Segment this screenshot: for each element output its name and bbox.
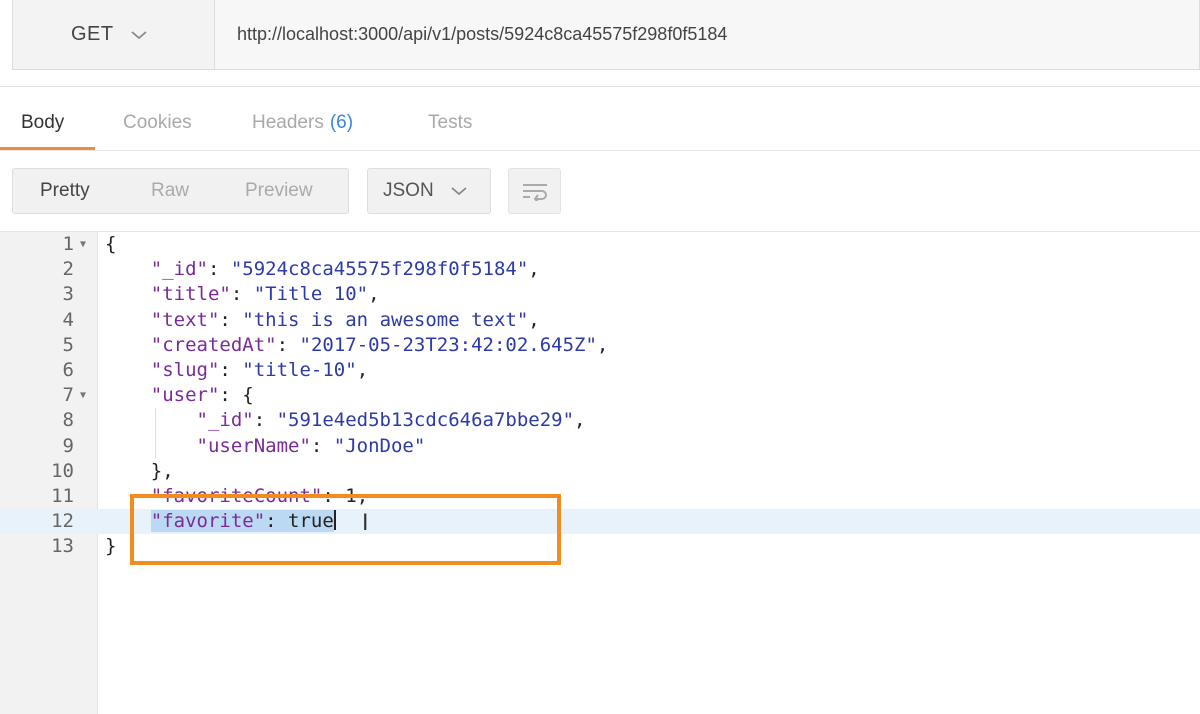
json-string: "5924c8ca45575f298f0f5184" [230,258,529,281]
json-string: "title-10" [242,359,357,381]
code-line: 9 "userName": "JonDoe" [0,434,1200,459]
response-tabs: Body Cookies Headers (6) Tests [0,98,1200,151]
code-line: 2 "_id": "5924c8ca45575f298f0f5184", [0,257,1200,282]
headers-count-badge: (6) [329,112,354,133]
wrap-lines-button[interactable] [508,168,561,214]
code-line: 5 "createdAt": "2017-05-23T23:42:02.645Z… [0,333,1200,358]
line-number: 5 [62,333,74,356]
tab-headers[interactable]: Headers (6) [252,98,353,148]
line-number: 9 [62,434,74,457]
method-label: GET [71,23,114,45]
line-number: 3 [62,283,74,306]
line-number: 10 [51,459,74,482]
highlight-annotation-box [130,494,561,565]
view-mode-group: Pretty Raw Preview [12,168,349,214]
json-key: "title" [150,283,231,306]
tab-headers-label: Headers [252,112,324,133]
json-key: "_id" [196,409,254,432]
code-line: 6 "slug": "title-10", [0,358,1200,383]
line-number: 7 [62,384,74,407]
tab-body-label: Body [21,112,65,133]
line-number: 6 [62,359,74,381]
json-key: "createdAt" [150,333,277,356]
raw-button[interactable]: Raw [151,169,189,213]
tab-tests[interactable]: Tests [428,98,472,148]
method-select[interactable]: GET [12,0,215,70]
preview-label: Preview [245,180,313,201]
code-line: 8 "_id": "591e4ed5b13cdc646a7bbe29", [0,408,1200,433]
response-body-editor[interactable]: 1 ▼ { 2 "_id": "5924c8ca45575f298f0f5184… [0,231,1200,714]
line-number: 13 [51,535,74,558]
line-number: 1 [62,233,74,255]
raw-label: Raw [151,180,190,201]
open-brace: { [105,233,117,255]
close-brace: }, [150,459,174,482]
code-line: 4 "text": "this is an awesome text", [0,308,1200,333]
code-line: 3 "title": "Title 10", [0,282,1200,307]
json-string: "591e4ed5b13cdc646a7bbe29" [276,409,575,432]
url-input[interactable]: http://localhost:3000/api/v1/posts/5924c… [214,0,1200,70]
line-number: 12 [51,510,74,533]
format-label: JSON [383,180,434,201]
fold-arrow-icon[interactable]: ▼ [80,383,86,408]
json-key: "user" [150,384,220,407]
close-brace: } [105,535,117,558]
active-tab-indicator [0,147,95,150]
json-key: "slug" [150,359,220,381]
line-number: 8 [62,409,74,432]
json-key: "text" [150,308,220,331]
chevron-down-icon [131,30,147,39]
line-number: 11 [51,485,74,507]
line-number: 2 [62,258,74,281]
pretty-button[interactable]: Pretty [40,169,90,213]
fold-arrow-icon[interactable]: ▼ [80,232,86,257]
url-text: http://localhost:3000/api/v1/posts/5924c… [237,24,728,44]
json-key: "userName" [196,434,311,457]
line-number: 4 [62,308,74,331]
format-select[interactable]: JSON [367,168,491,214]
chevron-down-icon [451,187,467,196]
wrap-lines-icon [522,184,547,201]
tab-cookies-label: Cookies [123,112,192,133]
json-string: "this is an awesome text" [242,308,529,331]
code-line: 10 }, [0,459,1200,484]
tab-tests-label: Tests [428,112,473,133]
code-line: 7 ▼ "user": { [0,383,1200,408]
json-string: "Title 10" [253,283,369,306]
preview-button[interactable]: Preview [245,169,313,213]
json-string: "2017-05-23T23:42:02.645Z" [299,333,597,356]
code-line: 1 ▼ { [0,232,1200,257]
json-key: "_id" [150,258,208,281]
tab-body[interactable]: Body [21,98,64,148]
open-brace: { [242,384,254,407]
json-string: "JonDoe" [333,434,426,457]
pretty-label: Pretty [40,180,90,201]
request-bar: GET http://localhost:3000/api/v1/posts/5… [0,0,1200,87]
tab-cookies[interactable]: Cookies [123,98,192,148]
